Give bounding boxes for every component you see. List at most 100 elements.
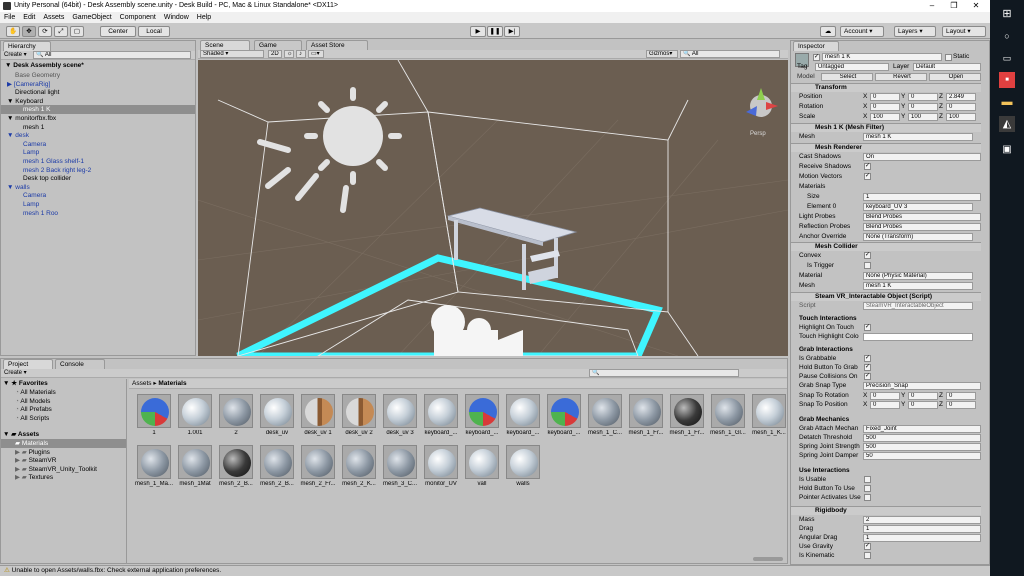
object-name-field[interactable]: mesh 1 K (822, 53, 942, 61)
snap-y-field[interactable]: 0 (908, 392, 938, 400)
pause-collisions-checkbox[interactable]: ✓ (864, 373, 871, 380)
cloud-icon[interactable]: ☁ (820, 26, 836, 37)
breadcrumb-assets[interactable]: Assets (132, 380, 152, 387)
material-thumbnail[interactable] (137, 445, 171, 479)
material-thumbnail[interactable] (383, 445, 417, 479)
rigidbody-header[interactable]: Rigidbody (791, 506, 981, 515)
material-thumbnail[interactable] (301, 445, 335, 479)
cast-shadows-dropdown[interactable]: On (863, 153, 981, 161)
touch-highlight-color-swatch[interactable] (863, 333, 973, 341)
maximize-icon[interactable]: ❐ (944, 0, 964, 12)
assets-node[interactable]: ▼ ▰ Assets (3, 430, 39, 439)
move-tool-icon[interactable]: ✥ (22, 26, 36, 37)
material-thumbnail[interactable] (219, 394, 253, 428)
hold-button-to-use-checkbox[interactable] (864, 485, 871, 492)
close-icon[interactable]: ✕ (966, 0, 986, 12)
rot-y-field[interactable]: 0 (908, 103, 938, 111)
scl-y-field[interactable]: 100 (908, 113, 938, 121)
expand-arrow-icon[interactable]: ▶ (7, 81, 14, 88)
light-probes-dropdown[interactable]: Blend Probes (863, 213, 981, 221)
material-thumbnail[interactable] (711, 394, 745, 428)
layers-dropdown[interactable]: Layers ▾ (894, 26, 936, 37)
material-thumbnail[interactable] (219, 445, 253, 479)
asset-folder-item[interactable]: ▶ ▰ Textures (1, 473, 126, 482)
mesh-filter-mesh-field[interactable]: mesh 1 K (863, 133, 973, 141)
expand-arrow-icon[interactable]: ▼ (7, 132, 15, 139)
spring-joint-damper-field[interactable]: 50 (863, 452, 981, 460)
create-dropdown[interactable]: Create ▾ (4, 51, 27, 60)
breadcrumb-materials[interactable]: Materials (158, 380, 186, 387)
is-kinematic-checkbox[interactable] (864, 552, 871, 559)
tab-console[interactable]: Console (55, 359, 105, 369)
step-icon[interactable]: ▶| (504, 26, 520, 37)
tab-hierarchy[interactable]: Hierarchy (3, 41, 51, 51)
snap-z-field[interactable]: 0 (946, 401, 976, 409)
reflection-probes-dropdown[interactable]: Blend Probes (863, 223, 981, 231)
static-checkbox[interactable] (945, 54, 952, 61)
menu-component[interactable]: Component (116, 12, 160, 23)
receive-shadows-checkbox[interactable]: ✓ (864, 163, 871, 170)
material-thumbnail[interactable] (342, 445, 376, 479)
menu-assets[interactable]: Assets (39, 12, 68, 23)
open-button[interactable]: Open (929, 73, 981, 81)
material-thumbnail[interactable] (547, 394, 581, 428)
active-checkbox[interactable]: ✓ (813, 54, 820, 61)
mesh-collider-header[interactable]: Mesh Collider (791, 242, 981, 251)
menu-help[interactable]: Help (193, 12, 215, 23)
material-thumbnail[interactable] (301, 394, 335, 428)
hand-tool-icon[interactable]: ✋ (6, 26, 20, 37)
play-icon[interactable]: ▶ (470, 26, 486, 37)
transform-header[interactable]: Transform (791, 83, 981, 92)
is-trigger-checkbox[interactable] (864, 262, 871, 269)
material-thumbnail[interactable] (506, 445, 540, 479)
material-thumbnail[interactable] (670, 394, 704, 428)
cortana-icon[interactable]: ○ (999, 28, 1015, 44)
convex-checkbox[interactable]: ✓ (864, 252, 871, 259)
tab-project[interactable]: Project (3, 359, 53, 369)
expand-arrow-icon[interactable]: ▼ (7, 115, 15, 122)
pos-y-field[interactable]: 0 (908, 93, 938, 101)
collider-mesh-field[interactable]: mesh 1 K (863, 282, 973, 290)
angular-drag-field[interactable]: 1 (863, 534, 981, 542)
gizmos-dropdown[interactable]: Gizmos▾ (646, 50, 678, 58)
account-dropdown[interactable]: Account ▾ (840, 26, 884, 37)
material-thumbnail[interactable] (629, 394, 663, 428)
revert-button[interactable]: Revert (875, 73, 927, 81)
photos-icon[interactable]: ▣ (999, 142, 1015, 158)
tab-game[interactable]: Game (254, 40, 302, 50)
2d-toggle[interactable]: 2D (268, 50, 282, 58)
is-grabbable-checkbox[interactable]: ✓ (864, 355, 871, 362)
grab-snap-type-dropdown[interactable]: Precision_Snap (863, 382, 981, 390)
project-create-dropdown[interactable]: Create ▾ (4, 369, 27, 378)
spring-joint-strength-field[interactable]: 500 (863, 443, 981, 451)
pointer-activates-use-checkbox[interactable] (864, 494, 871, 501)
pos-x-field[interactable]: 0 (870, 93, 900, 101)
rotate-tool-icon[interactable]: ⟳ (38, 26, 52, 37)
tag-dropdown[interactable]: Untagged (815, 63, 889, 71)
snap-z-field[interactable]: 0 (946, 392, 976, 400)
layout-dropdown[interactable]: Layout ▾ (942, 26, 986, 37)
expand-arrow-icon[interactable]: ▼ (7, 184, 15, 191)
grab-attach-dropdown[interactable]: Fixed_Joint (863, 425, 981, 433)
audio-toggle-icon[interactable]: ♪ (296, 50, 306, 58)
scl-z-field[interactable]: 100 (946, 113, 976, 121)
pos-z-field[interactable]: 2.849 (946, 93, 976, 101)
expand-arrow-icon[interactable]: ▼ (7, 98, 15, 105)
material-thumbnail[interactable] (465, 394, 499, 428)
is-usable-checkbox[interactable] (864, 476, 871, 483)
light-toggle-icon[interactable]: ☼ (284, 50, 294, 58)
snap-x-field[interactable]: 0 (870, 392, 900, 400)
scl-x-field[interactable]: 100 (870, 113, 900, 121)
project-search-input[interactable]: 🔍 (589, 369, 739, 377)
material-thumbnail[interactable] (137, 394, 171, 428)
mass-field[interactable]: 2 (863, 516, 981, 524)
tab-asset-store[interactable]: Asset Store (306, 40, 368, 50)
hierarchy-item[interactable]: mesh 1 Roo (1, 209, 195, 218)
motion-vectors-checkbox[interactable]: ✓ (864, 173, 871, 180)
material-thumbnail[interactable] (424, 445, 458, 479)
material-thumbnail[interactable] (383, 394, 417, 428)
material-thumbnail[interactable] (260, 445, 294, 479)
material-thumbnail[interactable] (752, 394, 786, 428)
layer-dropdown[interactable]: Default (913, 63, 981, 71)
material-thumbnail[interactable] (178, 394, 212, 428)
